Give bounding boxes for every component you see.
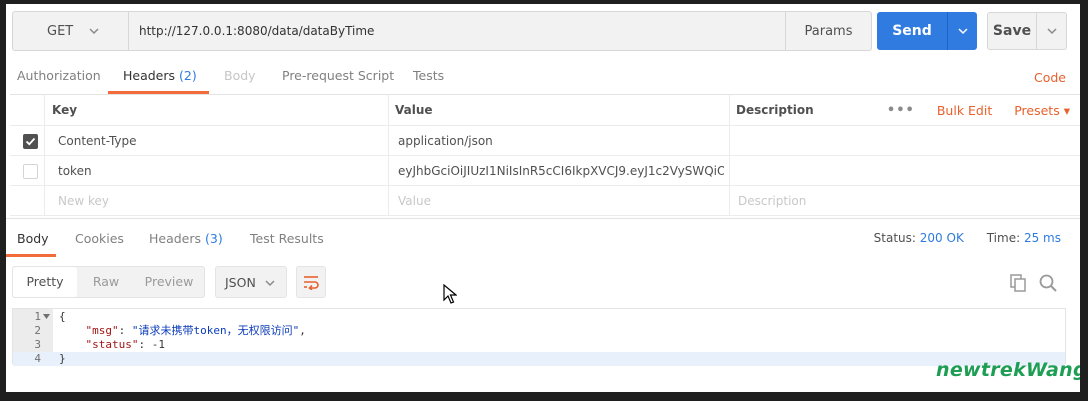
column-key-header: Key: [52, 103, 78, 117]
send-options-button[interactable]: [947, 12, 977, 50]
json-key: "status": [85, 338, 139, 351]
request-tabs: Authorization Headers (2) Body Pre-reque…: [6, 60, 1080, 94]
status-code: 200 OK: [919, 231, 964, 245]
new-description-input[interactable]: Description: [738, 186, 806, 215]
bulk-edit-link[interactable]: Bulk Edit: [937, 103, 992, 118]
params-button[interactable]: Params: [786, 11, 872, 51]
headers-table: Key Value Description ••• Bulk Edit Pres…: [10, 94, 1080, 216]
tab-authorization[interactable]: Authorization: [17, 60, 101, 94]
code-line: 4 }: [13, 352, 1065, 366]
column-description-header: Description: [736, 103, 814, 117]
mouse-cursor-icon: [443, 284, 457, 304]
chevron-down-icon: [957, 28, 968, 35]
tab-tests[interactable]: Tests: [413, 60, 444, 94]
response-status: Status: 200 OK Time: 25 ms: [873, 231, 1061, 245]
tab-pre-request-script[interactable]: Pre-request Script: [282, 60, 394, 94]
table-header-row: Key Value Description ••• Bulk Edit Pres…: [10, 95, 1080, 126]
header-key-cell[interactable]: token: [58, 156, 92, 185]
format-select[interactable]: JSON: [215, 266, 287, 298]
view-mode-group: Pretty Raw Preview: [12, 266, 205, 298]
response-headers-count-badge: (3): [205, 231, 223, 246]
chevron-down-icon: [1046, 28, 1057, 35]
tab-response-cookies[interactable]: Cookies: [75, 219, 124, 259]
json-value: "请求未携带token，无权限访问": [131, 324, 300, 337]
header-value-cell[interactable]: application/json: [398, 126, 493, 155]
postman-window: GET http://127.0.0.1:8080/data/dataByTim…: [6, 4, 1080, 392]
header-key-cell[interactable]: Content-Type: [58, 126, 137, 155]
send-button[interactable]: Send: [877, 12, 947, 50]
view-preview-button[interactable]: Preview: [135, 267, 203, 297]
url-input[interactable]: http://127.0.0.1:8080/data/dataByTime: [128, 11, 786, 51]
row-checkbox[interactable]: [23, 164, 38, 179]
view-pretty-button[interactable]: Pretty: [13, 267, 77, 297]
chevron-down-icon: [265, 280, 275, 287]
json-value: -1: [151, 338, 165, 351]
headers-count-badge: (2): [179, 68, 197, 83]
response-time: 25 ms: [1023, 231, 1061, 245]
more-options-icon[interactable]: •••: [887, 103, 915, 118]
watermark: newtrekWang: [936, 359, 1080, 381]
table-row: token eyJhbGciOiJIUzI1NiIsInR5cCI6IkpXVC…: [10, 156, 1080, 186]
copy-icon[interactable]: [1008, 273, 1028, 293]
checkmark-icon: [25, 137, 36, 146]
tab-test-results[interactable]: Test Results: [250, 219, 324, 259]
caret-down-icon: ▾: [1063, 103, 1070, 118]
code-link[interactable]: Code: [1034, 70, 1066, 85]
method-select[interactable]: GET: [12, 11, 128, 51]
row-checkbox[interactable]: [23, 134, 38, 149]
chevron-down-icon: [89, 28, 99, 35]
view-raw-button[interactable]: Raw: [77, 267, 135, 297]
tab-headers[interactable]: Headers (2): [123, 60, 197, 94]
tab-response-body[interactable]: Body: [17, 219, 49, 259]
save-options-button[interactable]: [1037, 12, 1067, 50]
fold-caret-icon[interactable]: [43, 314, 50, 320]
response-body-editor[interactable]: 1 { 2 "msg": "请求未携带token，无权限访问", 3 "stat…: [12, 308, 1066, 366]
new-key-input[interactable]: New key: [58, 186, 109, 215]
wrap-lines-button[interactable]: [296, 266, 326, 298]
table-row: Content-Type application/json: [10, 126, 1080, 156]
presets-dropdown[interactable]: Presets ▾: [1014, 103, 1070, 118]
save-button[interactable]: Save: [987, 12, 1037, 50]
new-header-row: New key Value Description: [10, 186, 1080, 216]
wrap-icon: [304, 276, 319, 290]
json-key: "msg": [85, 324, 119, 337]
code-line: 1 {: [34, 310, 66, 323]
search-icon[interactable]: [1038, 273, 1058, 293]
code-line: 2 "msg": "请求未携带token，无权限访问",: [34, 324, 306, 337]
column-value-header: Value: [395, 103, 433, 117]
response-toolbar: Pretty Raw Preview JSON: [6, 266, 1080, 298]
header-value-cell[interactable]: eyJhbGciOiJIUzI1NiIsInR5cCI6IkpXVCJ9.eyJ…: [398, 156, 724, 185]
active-response-tab-indicator: [6, 254, 56, 257]
tab-body[interactable]: Body: [224, 60, 256, 94]
method-label: GET: [47, 23, 74, 39]
request-bar: GET http://127.0.0.1:8080/data/dataByTim…: [6, 4, 1080, 60]
tab-response-headers[interactable]: Headers (3): [149, 219, 223, 259]
code-line: 3 "status": -1: [34, 338, 165, 351]
new-value-input[interactable]: Value: [398, 186, 431, 215]
